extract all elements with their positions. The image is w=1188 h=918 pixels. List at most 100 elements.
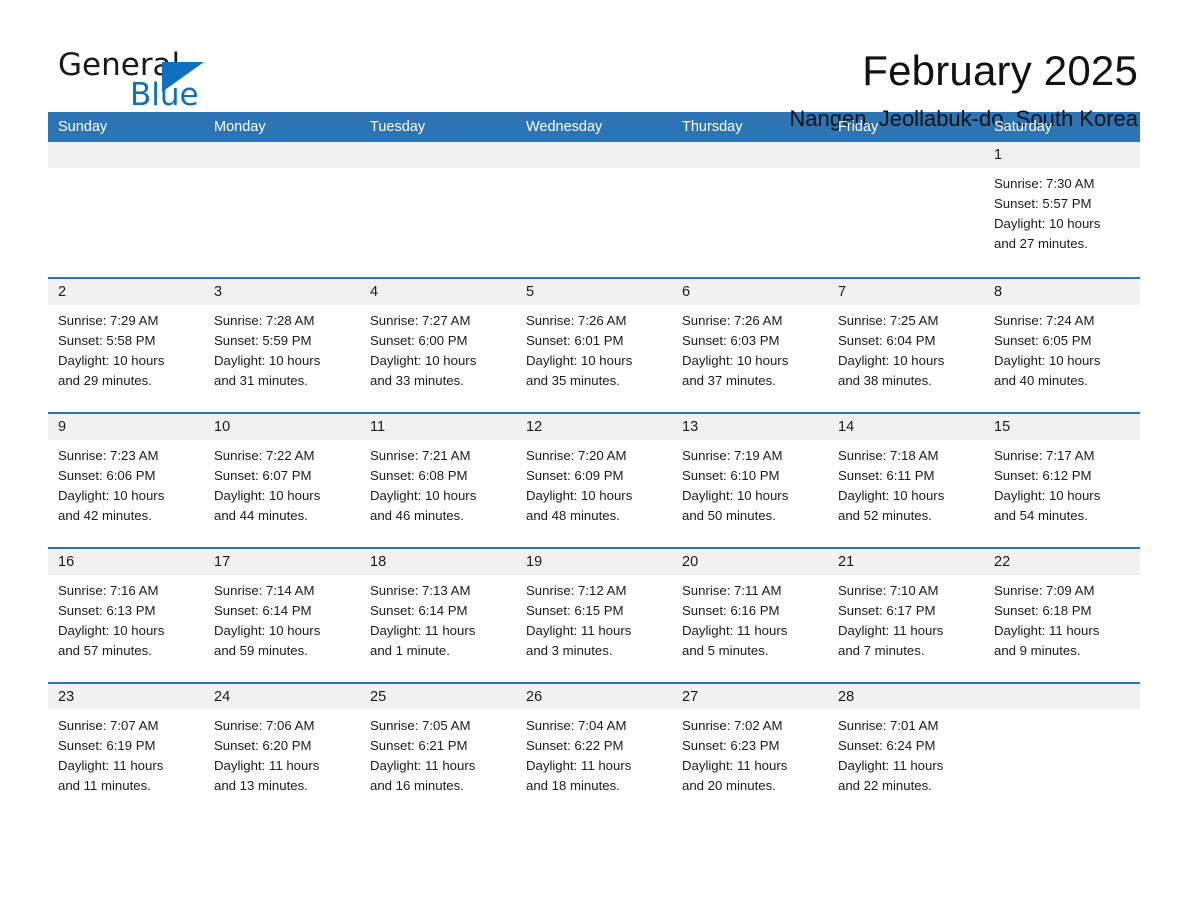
daylight-duration-line1: Daylight: 10 hours (214, 623, 321, 638)
daylight-duration-line2: and 57 minutes. (58, 643, 152, 658)
day-number: 22 (994, 554, 1011, 570)
generalblue-logo[interactable]: General Blue (58, 46, 218, 122)
sunrise-time: Sunrise: 7:20 AM (526, 448, 627, 463)
sunset-time: Sunset: 5:59 PM (214, 333, 312, 348)
daylight-duration-line1: Daylight: 11 hours (682, 623, 788, 638)
day-number-band: 20 (672, 549, 828, 575)
daylight-duration-line2: and 35 minutes. (526, 373, 620, 388)
calendar-day-cell[interactable]: 15 Sunrise: 7:17 AM Sunset: 6:12 PM Dayligh… (984, 414, 1140, 547)
sunset-time: Sunset: 6:22 PM (526, 738, 624, 753)
daylight-duration-line1: Daylight: 11 hours (994, 623, 1100, 638)
day-number-band: 14 (828, 414, 984, 440)
day-number: 10 (214, 419, 231, 435)
day-details: Sunrise: 7:22 AM Sunset: 6:07 PM Daylight:… (204, 440, 360, 526)
day-details: Sunrise: 7:09 AM Sunset: 6:18 PM Daylight:… (984, 575, 1140, 661)
sunrise-time: Sunrise: 7:14 AM (214, 583, 315, 598)
day-number: 21 (838, 554, 855, 570)
calendar-weeks: 1 Sunrise: 7:30 AM Sunset: 5:57 PM Daylight… (48, 142, 1140, 802)
daylight-duration-line1: Daylight: 10 hours (526, 353, 633, 368)
calendar-day-cell[interactable]: 7 Sunrise: 7:25 AM Sunset: 6:04 PM Daylight… (828, 279, 984, 412)
sunset-time: Sunset: 6:20 PM (214, 738, 312, 753)
calendar-day-cell[interactable]: 12 Sunrise: 7:20 AM Sunset: 6:09 PM Dayligh… (516, 414, 672, 547)
day-number: 26 (526, 689, 543, 705)
calendar-day-cell[interactable]: 9 Sunrise: 7:23 AM Sunset: 6:06 PM Daylight… (48, 414, 204, 547)
day-number-band: 8 (984, 279, 1140, 305)
calendar-day-cell[interactable]: 19 Sunrise: 7:12 AM Sunset: 6:15 PM Dayligh… (516, 549, 672, 682)
calendar-day-cell-empty (672, 142, 828, 277)
daylight-duration-line1: Daylight: 10 hours (994, 216, 1101, 231)
sunrise-time: Sunrise: 7:22 AM (214, 448, 315, 463)
sunrise-time: Sunrise: 7:30 AM (994, 176, 1095, 191)
sunset-time: Sunset: 6:03 PM (682, 333, 780, 348)
day-details (672, 168, 828, 174)
daylight-duration-line1: Daylight: 10 hours (526, 488, 633, 503)
calendar-day-cell[interactable]: 10 Sunrise: 7:22 AM Sunset: 6:07 PM Dayligh… (204, 414, 360, 547)
day-number-band: 7 (828, 279, 984, 305)
sunrise-time: Sunrise: 7:23 AM (58, 448, 159, 463)
calendar-day-cell[interactable]: 26 Sunrise: 7:04 AM Sunset: 6:22 PM Dayligh… (516, 684, 672, 802)
sunrise-time: Sunrise: 7:09 AM (994, 583, 1095, 598)
day-number: 11 (370, 419, 386, 435)
daylight-duration-line1: Daylight: 10 hours (58, 623, 165, 638)
daylight-duration-line2: and 7 minutes. (838, 643, 925, 658)
calendar-day-cell[interactable]: 27 Sunrise: 7:02 AM Sunset: 6:23 PM Dayligh… (672, 684, 828, 802)
calendar-day-cell[interactable]: 6 Sunrise: 7:26 AM Sunset: 6:03 PM Daylight… (672, 279, 828, 412)
calendar-day-cell[interactable]: 21 Sunrise: 7:10 AM Sunset: 6:17 PM Dayligh… (828, 549, 984, 682)
logo-text-blue: Blue (130, 77, 199, 113)
calendar-day-cell[interactable]: 14 Sunrise: 7:18 AM Sunset: 6:11 PM Dayligh… (828, 414, 984, 547)
sunset-time: Sunset: 6:19 PM (58, 738, 156, 753)
calendar-day-cell[interactable]: 4 Sunrise: 7:27 AM Sunset: 6:00 PM Daylight… (360, 279, 516, 412)
daylight-duration-line2: and 20 minutes. (682, 778, 776, 793)
daylight-duration-line2: and 33 minutes. (370, 373, 464, 388)
calendar-day-cell[interactable]: 28 Sunrise: 7:01 AM Sunset: 6:24 PM Dayligh… (828, 684, 984, 802)
weekday-header-tuesday: Tuesday (370, 119, 426, 135)
calendar-day-cell[interactable]: 1 Sunrise: 7:30 AM Sunset: 5:57 PM Daylight… (984, 142, 1140, 277)
day-details (204, 168, 360, 174)
sunset-time: Sunset: 6:06 PM (58, 468, 156, 483)
calendar-day-cell[interactable]: 18 Sunrise: 7:13 AM Sunset: 6:14 PM Dayligh… (360, 549, 516, 682)
calendar-day-cell[interactable]: 8 Sunrise: 7:24 AM Sunset: 6:05 PM Daylight… (984, 279, 1140, 412)
calendar-day-cell[interactable]: 11 Sunrise: 7:21 AM Sunset: 6:08 PM Dayligh… (360, 414, 516, 547)
page-title: February 2025 (862, 47, 1138, 94)
daylight-duration-line1: Daylight: 11 hours (838, 758, 944, 773)
sunrise-time: Sunrise: 7:24 AM (994, 313, 1095, 328)
calendar-day-cell[interactable]: 16 Sunrise: 7:16 AM Sunset: 6:13 PM Dayligh… (48, 549, 204, 682)
day-number-band (516, 142, 672, 168)
sunrise-time: Sunrise: 7:13 AM (370, 583, 471, 598)
day-number: 2 (58, 284, 67, 300)
sunset-time: Sunset: 6:04 PM (838, 333, 936, 348)
daylight-duration-line2: and 44 minutes. (214, 508, 308, 523)
calendar-day-cell[interactable]: 17 Sunrise: 7:14 AM Sunset: 6:14 PM Dayligh… (204, 549, 360, 682)
daylight-duration-line2: and 29 minutes. (58, 373, 152, 388)
calendar-day-cell[interactable]: 22 Sunrise: 7:09 AM Sunset: 6:18 PM Dayligh… (984, 549, 1140, 682)
daylight-duration-line2: and 18 minutes. (526, 778, 620, 793)
calendar-grid: Sunday Monday Tuesday Wednesday Thursday… (48, 112, 1140, 802)
day-number-band (984, 684, 1140, 710)
calendar-day-cell[interactable]: 20 Sunrise: 7:11 AM Sunset: 6:16 PM Dayligh… (672, 549, 828, 682)
sunrise-time: Sunrise: 7:01 AM (838, 718, 939, 733)
calendar-day-cell[interactable]: 2 Sunrise: 7:29 AM Sunset: 5:58 PM Daylight… (48, 279, 204, 412)
daylight-duration-line1: Daylight: 11 hours (526, 758, 632, 773)
calendar-day-cell[interactable]: 25 Sunrise: 7:05 AM Sunset: 6:21 PM Dayligh… (360, 684, 516, 802)
day-details (48, 168, 204, 174)
daylight-duration-line2: and 11 minutes. (58, 778, 151, 793)
calendar-day-cell[interactable]: 5 Sunrise: 7:26 AM Sunset: 6:01 PM Daylight… (516, 279, 672, 412)
sunset-time: Sunset: 6:18 PM (994, 603, 1092, 618)
daylight-duration-line1: Daylight: 10 hours (994, 353, 1101, 368)
calendar-day-cell[interactable]: 13 Sunrise: 7:19 AM Sunset: 6:10 PM Dayligh… (672, 414, 828, 547)
calendar-week-row: 9 Sunrise: 7:23 AM Sunset: 6:06 PM Daylight… (48, 412, 1140, 547)
day-details: Sunrise: 7:06 AM Sunset: 6:20 PM Daylight:… (204, 710, 360, 796)
calendar-day-cell[interactable]: 23 Sunrise: 7:07 AM Sunset: 6:19 PM Dayligh… (48, 684, 204, 802)
day-number-band (672, 142, 828, 168)
daylight-duration-line2: and 38 minutes. (838, 373, 932, 388)
weekday-header-wednesday: Wednesday (526, 119, 603, 135)
sunrise-time: Sunrise: 7:19 AM (682, 448, 783, 463)
sunrise-time: Sunrise: 7:05 AM (370, 718, 471, 733)
calendar-day-cell-empty (360, 142, 516, 277)
calendar-day-cell[interactable]: 24 Sunrise: 7:06 AM Sunset: 6:20 PM Dayligh… (204, 684, 360, 802)
calendar-week-row: 1 Sunrise: 7:30 AM Sunset: 5:57 PM Daylight… (48, 142, 1140, 277)
day-number: 12 (526, 419, 543, 435)
calendar-day-cell[interactable]: 3 Sunrise: 7:28 AM Sunset: 5:59 PM Daylight… (204, 279, 360, 412)
day-number: 1 (994, 147, 1003, 163)
day-details: Sunrise: 7:14 AM Sunset: 6:14 PM Daylight:… (204, 575, 360, 661)
